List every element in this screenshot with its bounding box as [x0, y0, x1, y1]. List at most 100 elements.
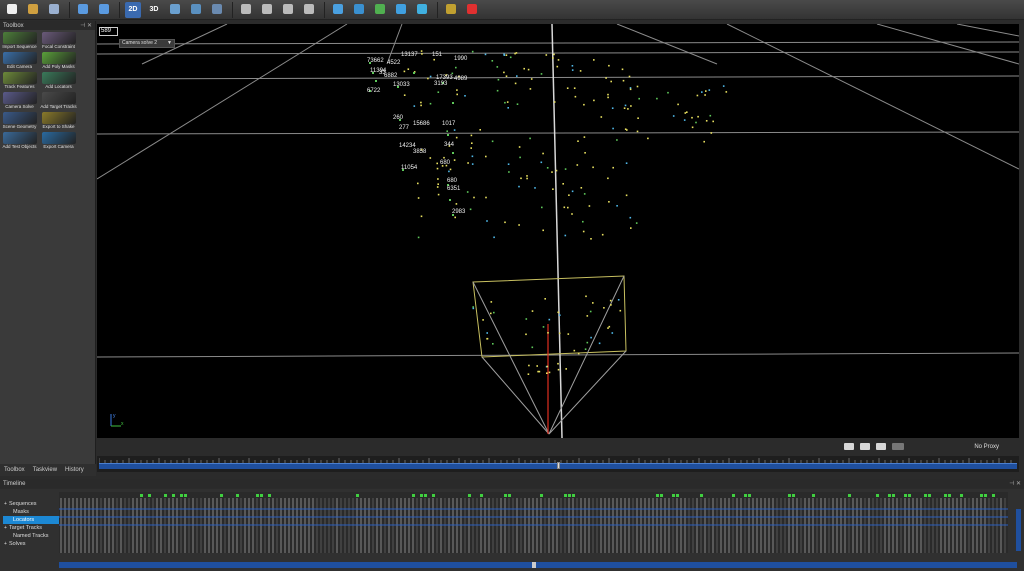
- track-point[interactable]: [623, 107, 626, 109]
- track-point[interactable]: [571, 213, 573, 215]
- track-point[interactable]: [514, 52, 516, 55]
- track-point[interactable]: [708, 89, 711, 91]
- track-point[interactable]: [470, 147, 472, 149]
- track-point[interactable]: [490, 301, 493, 303]
- track-row-named-tracks[interactable]: Named Tracks: [3, 532, 59, 540]
- track-point[interactable]: [420, 101, 422, 104]
- track-point[interactable]: [486, 220, 488, 222]
- tool-add-test-objects[interactable]: Add Test Objects: [1, 132, 38, 150]
- track-point[interactable]: [527, 373, 530, 375]
- track-point[interactable]: [622, 79, 625, 82]
- tool-focal-constraint[interactable]: Focal Constraint: [40, 32, 77, 50]
- track-point[interactable]: [525, 318, 528, 320]
- track-point[interactable]: [608, 201, 610, 203]
- track-point[interactable]: [630, 227, 632, 229]
- track-point[interactable]: [586, 315, 589, 317]
- save-button[interactable]: [46, 2, 62, 18]
- track-point[interactable]: [509, 56, 512, 59]
- track-point[interactable]: [455, 66, 457, 69]
- track-point[interactable]: [464, 95, 466, 97]
- track-point[interactable]: [616, 205, 618, 207]
- solve-selector[interactable]: Camera solve 2 ▼: [119, 39, 175, 48]
- refresh-button[interactable]: [393, 2, 409, 18]
- track-point[interactable]: [571, 69, 574, 71]
- track-point[interactable]: [546, 167, 549, 169]
- track-point[interactable]: [611, 332, 614, 334]
- track-point[interactable]: [485, 155, 487, 158]
- expand-icon[interactable]: +: [4, 540, 7, 548]
- track-point[interactable]: [559, 314, 561, 316]
- track-point[interactable]: [427, 77, 429, 80]
- track-point[interactable]: [433, 58, 435, 61]
- track-point[interactable]: [526, 177, 528, 180]
- track-point[interactable]: [625, 194, 628, 197]
- tool-export-camera[interactable]: Export Camera: [40, 132, 77, 150]
- tab-taskview[interactable]: Taskview: [29, 464, 61, 476]
- track-point[interactable]: [703, 140, 705, 143]
- timeline-scroll-handle[interactable]: [532, 562, 536, 568]
- track-point[interactable]: [547, 332, 549, 334]
- track-point[interactable]: [413, 105, 416, 107]
- track-point[interactable]: [505, 75, 508, 77]
- track-point[interactable]: [562, 183, 564, 185]
- tool-scene-geometry[interactable]: Scene Geometry: [1, 112, 38, 130]
- track-point[interactable]: [456, 89, 458, 91]
- track-point[interactable]: [584, 348, 587, 350]
- track-point[interactable]: [436, 186, 439, 188]
- track-point[interactable]: [598, 342, 601, 345]
- track-point[interactable]: [518, 146, 521, 148]
- track-point[interactable]: [725, 91, 728, 93]
- track-point[interactable]: [686, 111, 688, 113]
- layout-single-button[interactable]: [238, 2, 254, 18]
- track-point[interactable]: [544, 298, 546, 300]
- track-point[interactable]: [403, 70, 406, 73]
- track-point[interactable]: [448, 170, 450, 173]
- close-icon[interactable]: ✕: [87, 23, 92, 29]
- track-point[interactable]: [443, 156, 445, 159]
- track-point[interactable]: [608, 64, 610, 67]
- plugin-button[interactable]: [443, 2, 459, 18]
- track-point[interactable]: [607, 177, 609, 180]
- track-point[interactable]: [667, 91, 669, 94]
- track-point[interactable]: [508, 171, 510, 173]
- layout-columns-button[interactable]: [301, 2, 317, 18]
- close-icon[interactable]: ✕: [1016, 481, 1021, 487]
- track-point[interactable]: [590, 336, 592, 339]
- 3d-viewport[interactable]: y x 13137 151 1990 73662 4522 11394 33 6882 1739…: [97, 24, 1019, 438]
- camera-icon[interactable]: [876, 443, 886, 450]
- track-row-masks[interactable]: Masks: [3, 508, 59, 516]
- track-point[interactable]: [563, 206, 566, 209]
- track-point[interactable]: [579, 70, 582, 72]
- track-point[interactable]: [701, 91, 703, 93]
- track-point[interactable]: [470, 134, 473, 137]
- track-point[interactable]: [577, 352, 580, 355]
- track-point[interactable]: [625, 162, 628, 164]
- track-point[interactable]: [607, 327, 609, 329]
- track-point[interactable]: [592, 166, 594, 169]
- track-point[interactable]: [583, 103, 585, 106]
- pin-icon[interactable]: ⊣: [80, 23, 85, 29]
- track-point[interactable]: [469, 208, 472, 211]
- track-point[interactable]: [471, 50, 474, 53]
- new-button[interactable]: [4, 2, 20, 18]
- track-point[interactable]: [417, 182, 419, 185]
- track-point[interactable]: [567, 206, 569, 209]
- track-point[interactable]: [619, 309, 622, 312]
- track-point[interactable]: [537, 370, 539, 373]
- track-point[interactable]: [626, 129, 628, 131]
- track-point[interactable]: [590, 238, 592, 240]
- track-point[interactable]: [600, 116, 603, 118]
- track-point[interactable]: [656, 97, 658, 100]
- track-point[interactable]: [491, 60, 494, 62]
- track-point[interactable]: [677, 103, 679, 106]
- track-point[interactable]: [553, 53, 555, 56]
- track-point[interactable]: [454, 216, 456, 219]
- track-point[interactable]: [704, 94, 706, 96]
- track-point[interactable]: [420, 50, 423, 52]
- timeline-horizontal-scrollbar[interactable]: [59, 562, 1017, 568]
- track-point[interactable]: [516, 103, 519, 105]
- track-point[interactable]: [536, 365, 538, 367]
- track-point[interactable]: [585, 295, 587, 298]
- track-point[interactable]: [609, 299, 612, 302]
- track-point[interactable]: [548, 318, 551, 321]
